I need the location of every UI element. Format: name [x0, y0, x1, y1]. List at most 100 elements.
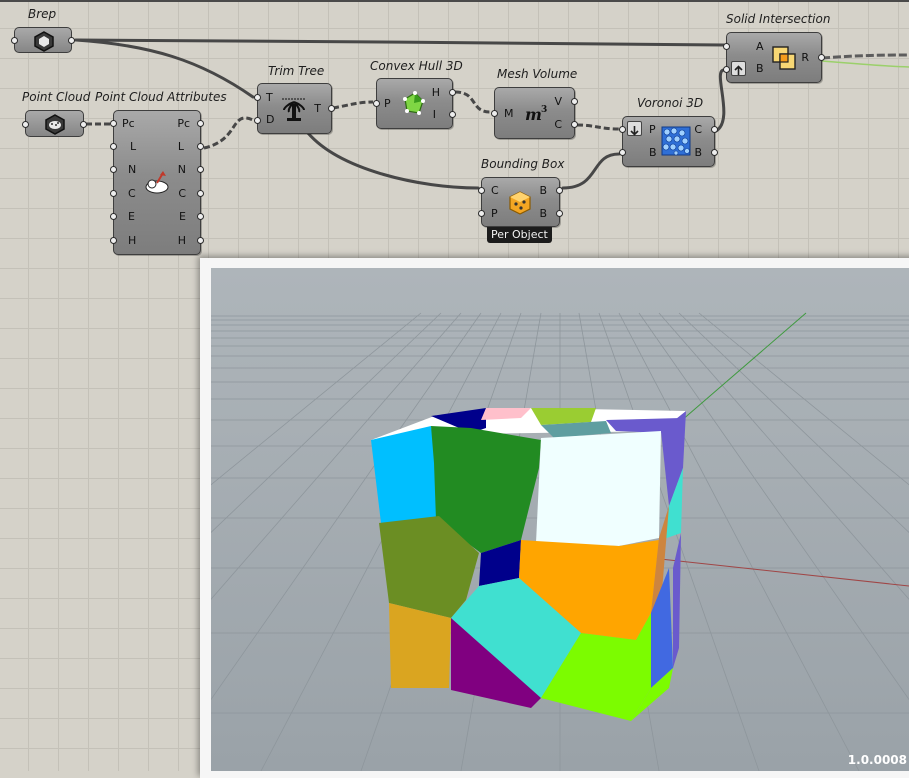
wire-brep-to-solid-a	[74, 38, 726, 47]
input-label: C	[128, 187, 136, 200]
output-grip[interactable]	[449, 111, 456, 118]
mesh-volume-component[interactable]: M V C m 3	[491, 87, 578, 139]
input-grip[interactable]	[478, 187, 485, 194]
output-grip[interactable]	[711, 126, 718, 133]
solid-intersection-component[interactable]: A B R	[723, 32, 825, 83]
bounding-box-label: Bounding Box	[481, 157, 565, 171]
input-label: T	[266, 91, 273, 104]
input-grip[interactable]	[110, 120, 117, 127]
point-cloud-input-grip[interactable]	[22, 121, 29, 128]
svg-text:3: 3	[541, 105, 547, 115]
bounding-box-icon	[509, 191, 531, 215]
wire-solid-output	[821, 53, 909, 60]
output-grip[interactable]	[197, 190, 204, 197]
wire-attributes-to-trim-tree	[203, 116, 254, 150]
input-grip[interactable]	[110, 190, 117, 197]
wire-voronoi-to-solid	[714, 68, 726, 133]
voronoi-component[interactable]: P B C B	[619, 116, 718, 167]
output-grip[interactable]	[556, 210, 563, 217]
mesh-volume-icon: m 3	[525, 105, 547, 124]
voronoi-icon	[661, 126, 691, 156]
input-grip[interactable]	[478, 210, 485, 217]
brep-output-grip[interactable]	[68, 37, 75, 44]
output-label: Pc	[177, 117, 190, 130]
output-grip[interactable]	[711, 149, 718, 156]
output-label: C	[554, 118, 562, 131]
point-cloud-attributes-icon	[145, 171, 169, 194]
point-cloud-icon	[45, 114, 65, 135]
output-label: B	[539, 207, 547, 220]
brep-input-grip[interactable]	[11, 37, 18, 44]
input-label: D	[266, 113, 275, 126]
convex-hull-icon	[403, 91, 425, 115]
output-grip[interactable]	[197, 120, 204, 127]
output-label: B	[694, 146, 702, 159]
bounding-box-component[interactable]: C P B B	[478, 177, 563, 227]
input-grip[interactable]	[254, 117, 261, 124]
point-cloud-label: Point Cloud	[22, 90, 91, 104]
wire-brep-to-trim-tree	[74, 38, 255, 99]
input-label: Pc	[122, 117, 135, 130]
input-label: P	[649, 123, 656, 136]
rhino-viewport[interactable]: 1.0.0008	[211, 268, 909, 771]
output-label: T	[314, 102, 321, 115]
input-label: M	[504, 107, 514, 120]
wire-mesh-volume-to-voronoi	[576, 123, 620, 131]
version-label: 1.0.0008	[847, 753, 907, 767]
solid-intersection-icon	[772, 46, 796, 70]
output-grip[interactable]	[197, 143, 204, 150]
output-grip[interactable]	[449, 89, 456, 96]
input-label: A	[756, 40, 764, 53]
input-grip[interactable]	[254, 94, 261, 101]
output-grip[interactable]	[197, 237, 204, 244]
convex-hull-label: Convex Hull 3D	[370, 59, 463, 73]
output-grip[interactable]	[197, 166, 204, 173]
input-grip[interactable]	[110, 237, 117, 244]
input-grip[interactable]	[110, 143, 117, 150]
input-grip[interactable]	[373, 100, 380, 107]
wire-solid-output-selected	[821, 60, 909, 68]
output-grip[interactable]	[571, 121, 578, 128]
output-grip[interactable]	[328, 105, 335, 112]
graft-arrow-down-icon[interactable]	[627, 121, 642, 136]
convex-hull-component[interactable]: P H I	[373, 78, 456, 129]
input-label: L	[130, 140, 137, 153]
output-grip[interactable]	[818, 54, 825, 61]
svg-text:m: m	[525, 105, 542, 124]
output-grip[interactable]	[197, 213, 204, 220]
input-label: P	[491, 207, 498, 220]
trim-tree-component[interactable]: T D T	[254, 83, 335, 134]
viewport-scene	[211, 268, 909, 771]
point-cloud-attributes-component[interactable]: Pc L N C E H Pc L N C E H	[110, 110, 204, 255]
input-grip[interactable]	[723, 43, 730, 50]
input-grip[interactable]	[110, 166, 117, 173]
point-cloud-output-grip[interactable]	[80, 121, 87, 128]
output-label: L	[177, 140, 184, 153]
input-grip[interactable]	[110, 213, 117, 220]
trim-tree-label: Trim Tree	[268, 64, 325, 78]
output-grip[interactable]	[571, 98, 578, 105]
trim-tree-icon	[282, 98, 306, 121]
point-cloud-attributes-label: Point Cloud Attributes	[95, 90, 227, 104]
brep-icon	[34, 31, 54, 52]
input-grip[interactable]	[723, 66, 730, 73]
input-grip[interactable]	[491, 110, 498, 117]
input-label: B	[649, 146, 657, 159]
mesh-volume-label: Mesh Volume	[497, 67, 578, 81]
input-label: E	[128, 210, 135, 223]
output-label: R	[801, 51, 809, 64]
flatten-arrow-up-icon[interactable]	[731, 61, 746, 76]
point-cloud-param[interactable]	[22, 110, 87, 137]
output-label: N	[177, 163, 186, 176]
voronoi-label: Voronoi 3D	[637, 96, 704, 110]
output-label: H	[177, 234, 186, 247]
output-grip[interactable]	[556, 187, 563, 194]
wire-hull-to-mesh-volume	[454, 90, 491, 114]
input-label: P	[384, 97, 391, 110]
output-label: V	[554, 95, 562, 108]
brep-param[interactable]	[11, 27, 75, 53]
output-label: C	[694, 123, 702, 136]
input-grip[interactable]	[619, 126, 626, 133]
input-grip[interactable]	[619, 149, 626, 156]
input-label: H	[128, 234, 137, 247]
